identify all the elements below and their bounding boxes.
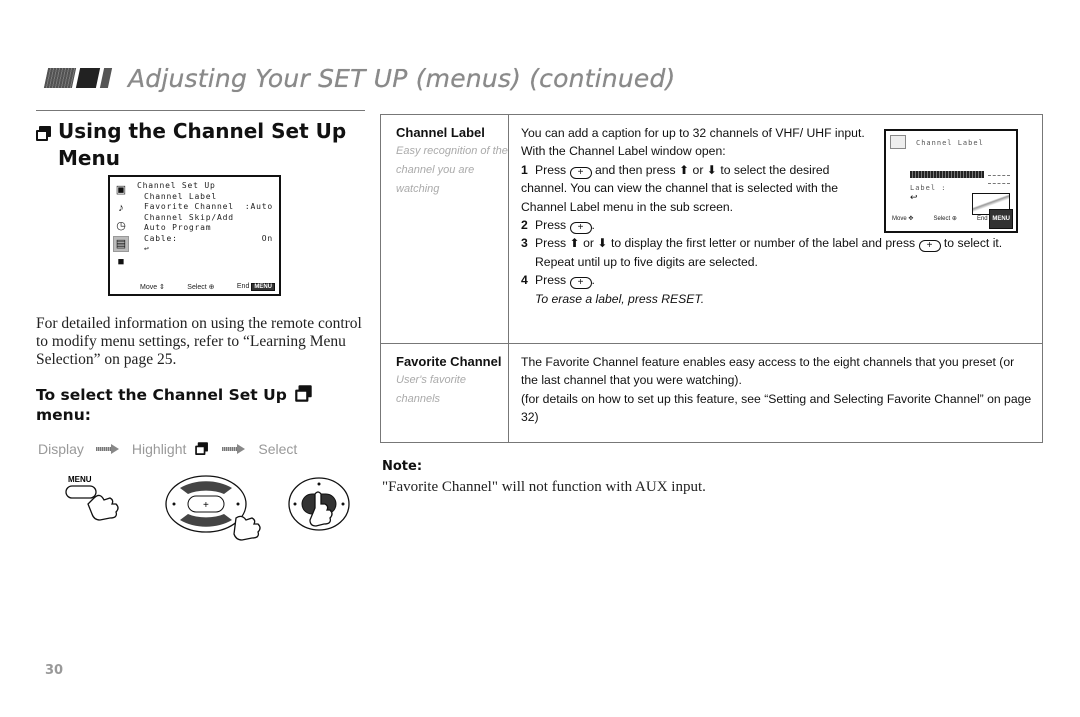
row-content-cell: You can add a caption for up to 32 chann… <box>509 115 1042 343</box>
arrow-icon <box>222 444 246 454</box>
step-display: Display <box>38 441 84 457</box>
joystick-button-icon: + <box>918 240 941 253</box>
note-heading: Note: <box>382 459 423 474</box>
osd-item: Favorite Channel:Auto <box>144 202 273 211</box>
header-divider <box>36 110 365 111</box>
step-select: Select <box>258 441 298 457</box>
hand-icon <box>233 515 261 541</box>
osd-icon-column: ▣ ♪ ◷ ▤ ■ <box>113 183 131 273</box>
subscreen-title: Channel Label <box>916 139 984 147</box>
note-text: "Favorite Channel" will not function wit… <box>382 479 706 495</box>
header-decoration <box>43 68 113 88</box>
video-input-icon: ■ <box>117 256 125 268</box>
row-text: The Favorite Channel feature enables eas… <box>521 355 1015 388</box>
thumbnail-icon <box>890 135 906 149</box>
return-icon: ↩ <box>144 244 150 253</box>
osd-item: Cable: On <box>144 233 273 243</box>
channel-setup-menu-icon <box>295 385 313 403</box>
row-label: Favorite Channel <box>396 354 502 369</box>
remote-illustrations: MENU + <box>65 475 350 541</box>
intro-text: You can add a caption for up to 32 chann… <box>521 126 865 140</box>
page-title: Adjusting Your SET UP (menus) (continued… <box>128 63 676 93</box>
header-mark <box>43 68 77 88</box>
osd-menu: Channel Set Up Channel Label Favorite Ch… <box>137 181 273 255</box>
subscreen-footer: Move ✥ Select ⊕ End MENU <box>892 208 1013 229</box>
section-title: Using the Channel Set Up Menu <box>36 118 366 172</box>
picture-icon: ▣ <box>115 184 127 196</box>
sub-heading: To select the Channel Set Up menu: <box>36 385 366 425</box>
step-item: 4 Press +. <box>521 273 595 290</box>
page-number: 30 <box>45 663 64 678</box>
osd-item: Channel Skip/Add <box>144 212 234 222</box>
channel-setup-menu-icon <box>36 126 52 142</box>
menu-button-label: MENU <box>68 475 92 484</box>
row-content-cell: The Favorite Channel feature enables eas… <box>509 344 1042 442</box>
table-row: Favorite Channel User's favorite channel… <box>381 344 1042 442</box>
menu-key-icon: MENU <box>251 283 275 291</box>
joystick-press-illustration <box>288 477 350 531</box>
intro-paragraph: For detailed information on using the re… <box>36 315 362 368</box>
row-description: Easy recognition of the channel you are … <box>396 145 508 195</box>
row-label-cell: Favorite Channel User's favorite channel… <box>381 344 509 442</box>
step-item: 2 Press +. <box>521 218 595 235</box>
page-header: Adjusting Your SET UP (menus) (continued… <box>43 58 676 98</box>
channel-label-subscreen: Channel Label Label : ↩ Move ✥ Select ⊕ … <box>884 129 1018 233</box>
highlight-bar <box>910 171 984 178</box>
channel-setup-icon: ▤ <box>113 236 129 252</box>
row-label: Channel Label <box>396 125 485 140</box>
step-highlight: Highlight <box>131 441 187 457</box>
osd-item: Auto Program <box>144 223 212 232</box>
channel-setup-menu-icon <box>195 442 210 456</box>
joystick-button-icon: + <box>569 277 592 290</box>
step-item: Repeat until up to five digits are selec… <box>535 254 758 269</box>
timer-icon: ◷ <box>116 220 126 232</box>
header-mark <box>99 68 113 88</box>
step-item: 3 Press ⬆ or ⬇ to display the first lette… <box>521 236 1003 253</box>
sound-icon: ♪ <box>118 202 124 214</box>
tip-text: To erase a label, press RESET. <box>535 291 705 306</box>
osd-footer: Move ⇕ Select ⊕ End MENU <box>140 283 275 291</box>
row-text: (for details on how to set up this featu… <box>521 391 1032 425</box>
joystick-symbol: + <box>203 500 209 511</box>
menu-button-illustration: MENU <box>65 475 119 521</box>
hand-icon <box>87 494 119 521</box>
row-label-cell: Channel Label Easy recognition of the ch… <box>381 115 509 343</box>
row-description: User's favorite channels <box>396 374 466 405</box>
header-mark <box>75 68 101 88</box>
settings-table: Channel Label Easy recognition of the ch… <box>380 114 1043 443</box>
intro-text: With the Channel Label window open: <box>521 144 726 159</box>
procedure-steps: Display Highlight Select <box>38 441 338 457</box>
left-column: Using the Channel Set Up Menu ▣ ♪ ◷ ▤ ■ … <box>36 118 366 541</box>
joystick-button-icon: + <box>569 166 592 179</box>
channel-setup-osd: ▣ ♪ ◷ ▤ ■ Channel Set Up Channel Label F… <box>108 175 281 296</box>
osd-item: Channel Label <box>144 191 218 201</box>
table-row: Channel Label Easy recognition of the ch… <box>381 115 1042 344</box>
joystick-button-icon: + <box>569 222 592 235</box>
return-icon: ↩ <box>910 192 918 202</box>
step-item: 1 Press + and then press ⬆ or ⬇ to select… <box>521 162 839 214</box>
osd-title: Channel Set Up <box>137 181 216 190</box>
joystick-illustration: + <box>165 475 261 541</box>
menu-key-icon: MENU <box>989 208 1013 229</box>
arrow-icon <box>95 444 120 454</box>
